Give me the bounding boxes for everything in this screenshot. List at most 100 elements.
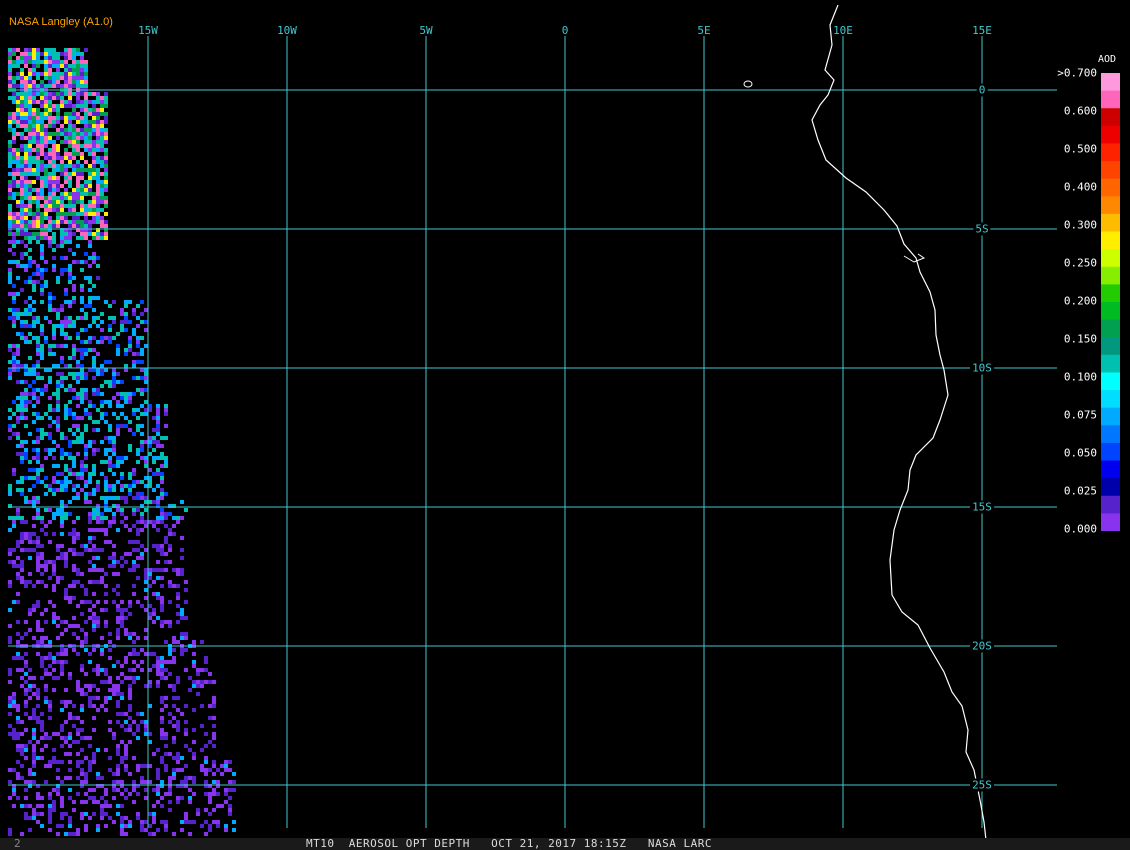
aod-pixel — [12, 300, 16, 304]
aod-pixel — [76, 76, 80, 80]
aod-pixel — [92, 580, 96, 584]
aod-pixel — [56, 760, 60, 764]
aod-pixel — [64, 112, 68, 116]
aod-pixel — [160, 624, 164, 628]
aod-pixel — [20, 180, 24, 184]
aod-pixel — [212, 808, 216, 812]
aod-pixel — [140, 552, 144, 556]
aod-pixel — [56, 556, 60, 560]
aod-pixel — [148, 584, 152, 588]
aod-pixel — [60, 184, 64, 188]
aod-pixel — [84, 120, 88, 124]
aod-pixel — [128, 400, 132, 404]
aod-pixel — [80, 144, 84, 148]
aod-pixel — [120, 740, 124, 744]
aod-pixel — [132, 780, 136, 784]
aerosol-map[interactable] — [0, 0, 1130, 850]
aod-pixel — [16, 404, 20, 408]
aod-pixel — [140, 776, 144, 780]
aod-pixel — [160, 552, 164, 556]
aod-pixel — [28, 120, 32, 124]
aod-pixel — [32, 52, 36, 56]
aod-pixel — [12, 400, 16, 404]
aod-pixel — [108, 564, 112, 568]
aod-pixel — [16, 56, 20, 60]
aod-pixel — [164, 464, 168, 468]
aod-pixel — [104, 508, 108, 512]
aod-pixel — [116, 604, 120, 608]
aod-pixel — [48, 376, 52, 380]
aod-pixel — [80, 464, 84, 468]
aod-pixel — [52, 268, 56, 272]
aod-pixel — [184, 704, 188, 708]
aod-pixel — [128, 716, 132, 720]
aod-pixel — [72, 92, 76, 96]
aod-pixel — [48, 196, 52, 200]
aod-pixel — [40, 556, 44, 560]
aod-pixel — [88, 200, 92, 204]
aod-pixel — [96, 528, 100, 532]
aod-pixel — [16, 432, 20, 436]
aod-pixel — [96, 100, 100, 104]
aod-pixel — [80, 104, 84, 108]
aod-pixel — [116, 332, 120, 336]
aod-pixel — [140, 820, 144, 824]
aod-pixel — [124, 416, 128, 420]
aod-pixel — [8, 208, 12, 212]
aod-pixel — [176, 520, 180, 524]
aod-pixel — [44, 124, 48, 128]
aod-pixel — [76, 120, 80, 124]
aod-pixel — [32, 116, 36, 120]
aod-pixel — [40, 720, 44, 724]
aod-pixel — [60, 620, 64, 624]
aod-pixel — [48, 244, 52, 248]
aod-pixel — [144, 484, 148, 488]
aod-pixel — [20, 196, 24, 200]
aod-pixel — [96, 160, 100, 164]
aod-pixel — [64, 404, 68, 408]
aod-pixel — [56, 464, 60, 468]
aod-pixel — [164, 792, 168, 796]
aod-pixel — [76, 680, 80, 684]
aod-pixel — [16, 156, 20, 160]
aod-pixel — [168, 800, 172, 804]
aod-pixel — [104, 172, 108, 176]
aod-pixel — [12, 172, 16, 176]
aod-pixel — [88, 340, 92, 344]
aod-pixel — [68, 596, 72, 600]
aod-pixel — [124, 368, 128, 372]
aod-pixel — [32, 484, 36, 488]
aod-pixel — [44, 72, 48, 76]
aod-pixel — [144, 764, 148, 768]
aod-pixel — [72, 552, 76, 556]
aod-pixel — [196, 684, 200, 688]
aod-pixel — [44, 136, 48, 140]
aod-pixel — [184, 580, 188, 584]
aod-pixel — [68, 208, 72, 212]
aod-pixel — [64, 152, 68, 156]
aod-pixel — [60, 824, 64, 828]
aod-pixel — [80, 800, 84, 804]
aod-pixel — [16, 656, 20, 660]
aod-pixel — [64, 344, 68, 348]
aod-pixel — [140, 312, 144, 316]
aod-pixel — [84, 468, 88, 472]
aod-pixel — [72, 740, 76, 744]
aod-pixel — [92, 156, 96, 160]
aod-pixel — [28, 540, 32, 544]
aod-pixel — [100, 776, 104, 780]
aod-pixel — [72, 128, 76, 132]
aod-pixel — [32, 756, 36, 760]
aod-pixel — [88, 168, 92, 172]
aod-pixel — [56, 580, 60, 584]
aod-pixel — [32, 760, 36, 764]
aod-pixel — [208, 680, 212, 684]
aod-pixel — [8, 408, 12, 412]
aod-pixel — [36, 568, 40, 572]
aod-pixel — [84, 100, 88, 104]
aod-pixel — [8, 172, 12, 176]
aod-pixel — [80, 728, 84, 732]
aod-pixel — [60, 700, 64, 704]
aod-pixel — [104, 100, 108, 104]
aod-pixel — [88, 440, 92, 444]
